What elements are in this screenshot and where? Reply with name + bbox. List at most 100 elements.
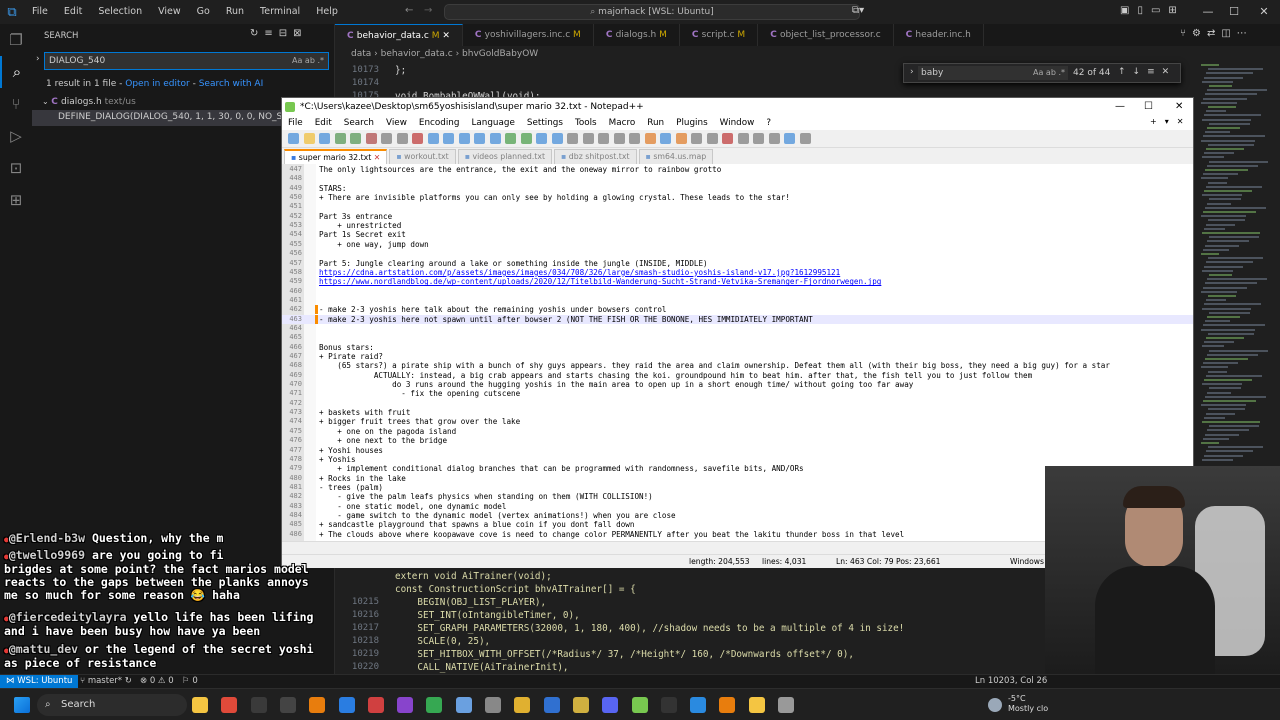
lock-icon[interactable] [572, 697, 589, 713]
toolbar-button-icon[interactable] [722, 133, 733, 144]
command-center-search[interactable]: ⌕ majorhack [WSL: Ubuntu] [444, 4, 860, 20]
toolbar-button-icon[interactable] [629, 133, 640, 144]
app-icon[interactable] [514, 697, 531, 713]
menu-item-edit[interactable]: Edit [56, 0, 90, 24]
app-icon[interactable] [397, 697, 414, 713]
toolbar-button-icon[interactable] [551, 133, 563, 144]
toolbar-button-icon[interactable] [784, 133, 795, 144]
taskbar-search[interactable]: ⌕ Search [37, 694, 187, 716]
search-options-icons[interactable]: Aa ab .* [292, 53, 324, 69]
npp-menu-macro[interactable]: Macro [603, 116, 642, 130]
discord-icon[interactable] [602, 697, 619, 713]
ports-indicator[interactable]: ⚐ 0 [182, 675, 198, 688]
layout-toggle-icons[interactable]: ▣▯▭⊞ [1120, 5, 1185, 16]
app-icon[interactable] [485, 697, 501, 713]
npp-tab[interactable]: ▪ super mario 32.txt ✕ [284, 149, 388, 164]
weather-icon[interactable] [988, 698, 1002, 712]
menu-item-help[interactable]: Help [308, 0, 346, 24]
toolbar-button-icon[interactable] [675, 133, 687, 144]
toolbar-button-icon[interactable] [644, 133, 656, 144]
terminal-icon[interactable] [279, 697, 296, 713]
notepadpp-icon[interactable] [631, 697, 648, 713]
npp-menu-settings[interactable]: Settings [521, 116, 569, 130]
find-options-icons[interactable]: Aa ab .* [1033, 66, 1065, 80]
toolbar-button-icon[interactable] [381, 133, 392, 144]
toolbar-button-icon[interactable] [334, 133, 346, 144]
npp-menu-right-icons[interactable]: +▾✕ [1150, 117, 1191, 126]
explorer-icon[interactable]: ❐ [0, 24, 32, 56]
sidebar-actions-icons[interactable]: ↻≡⊟⊠ [250, 28, 308, 39]
editor-actions-icons[interactable]: ⑂⚙⇄◫⋯ [1180, 28, 1253, 39]
menu-item-terminal[interactable]: Terminal [252, 0, 308, 24]
breadcrumb-item[interactable]: bhvGoldBabyOW [462, 49, 538, 59]
run-debug-icon[interactable]: ▷ [0, 120, 32, 152]
toolbar-button-icon[interactable] [737, 133, 749, 144]
toolbar-button-icon[interactable] [427, 133, 439, 144]
search-input[interactable]: DIALOG_540 Aa ab .* [44, 52, 329, 70]
breadcrumb-item[interactable]: data [351, 49, 371, 59]
vscode-icon[interactable] [690, 697, 707, 713]
toolbar-button-icon[interactable] [768, 133, 780, 144]
toolbar-button-icon[interactable] [319, 133, 330, 144]
game-icon[interactable] [367, 697, 384, 713]
npp-menu-help[interactable]: ? [760, 116, 777, 130]
npp-menu-edit[interactable]: Edit [309, 116, 338, 130]
npp-close-icon[interactable]: ✕ [1175, 98, 1183, 116]
npp-menu-file[interactable]: File [282, 116, 309, 130]
remote-indicator[interactable]: ⋈ WSL: Ubuntu [0, 675, 79, 688]
open-in-editor-link[interactable]: Open in editor [125, 79, 189, 89]
url-link[interactable]: https://www.nordlandblog.de/wp-content/u… [319, 277, 881, 286]
remote-explorer-icon[interactable]: ⊡ [0, 152, 32, 184]
search-with-ai-link[interactable]: Search with AI [199, 79, 264, 89]
menu-item-run[interactable]: Run [218, 0, 252, 24]
folder-icon[interactable] [748, 697, 765, 713]
problems-indicator[interactable]: ⊗ 0 ⚠ 0 [140, 675, 174, 688]
menu-item-selection[interactable]: Selection [90, 0, 150, 24]
npp-tab[interactable]: ▪ videos planned.txt [457, 149, 553, 164]
url-link[interactable]: https://cdna.artstation.com/p/assets/ima… [319, 268, 840, 277]
app-icon[interactable] [778, 697, 794, 713]
toolbar-button-icon[interactable] [613, 133, 625, 144]
search-icon[interactable]: ⌕ [0, 56, 32, 88]
back-icon[interactable]: ← [405, 5, 413, 16]
toolbar-button-icon[interactable] [598, 133, 609, 144]
toolbar-button-icon[interactable] [288, 133, 299, 144]
npp-tab-close-icon[interactable]: ✕ [371, 153, 381, 162]
toolbar-button-icon[interactable] [660, 133, 671, 144]
toggle-replace-icon[interactable]: › [36, 54, 40, 64]
extensions-icon[interactable]: ⊞ [0, 184, 32, 216]
file-explorer-icon[interactable] [192, 697, 208, 713]
source-control-icon[interactable]: ⑂ [0, 88, 32, 120]
menu-item-view[interactable]: View [150, 0, 189, 24]
npp-menu-view[interactable]: View [380, 116, 413, 130]
npp-menu-tools[interactable]: Tools [569, 116, 603, 130]
toolbar-button-icon[interactable] [753, 133, 764, 144]
minimap[interactable] [1195, 62, 1280, 466]
close-tab-icon[interactable]: ✕ [439, 31, 450, 41]
app-icon[interactable] [543, 697, 560, 713]
npp-tab[interactable]: ▪ dbz shitpost.txt [554, 149, 637, 164]
npp-menu-window[interactable]: Window [714, 116, 761, 130]
editor-tab[interactable]: C script.c M [680, 24, 759, 46]
toolbar-button-icon[interactable] [474, 133, 485, 144]
npp-maximize-icon[interactable]: ☐ [1144, 98, 1153, 116]
blender-icon[interactable] [719, 697, 736, 713]
toolbar-button-icon[interactable] [443, 133, 454, 144]
weather-widget[interactable]: -5°C Mostly clo [1008, 694, 1048, 714]
breadcrumb-item[interactable]: behavior_data.c [381, 49, 453, 59]
toolbar-button-icon[interactable] [458, 133, 470, 144]
tool-icon[interactable] [338, 697, 355, 713]
find-input[interactable]: baby Aa ab .* [918, 66, 1068, 80]
editor-tab[interactable]: C header.inc.h [894, 24, 984, 46]
editor-tab[interactable]: C dialogs.h M [594, 24, 680, 46]
app-icon[interactable] [455, 697, 472, 713]
toolbar-button-icon[interactable] [567, 133, 578, 144]
find-nav-icons[interactable]: ↑↓≡✕ [1118, 67, 1176, 77]
npp-menu-search[interactable]: Search [338, 116, 380, 130]
close-window-icon[interactable]: ✕ [1244, 0, 1280, 24]
toolbar-button-icon[interactable] [691, 133, 702, 144]
chrome-icon[interactable] [221, 697, 238, 713]
toolbar-button-icon[interactable] [582, 133, 594, 144]
menu-item-file[interactable]: File [24, 0, 56, 24]
terminal-icon[interactable] [660, 697, 677, 713]
